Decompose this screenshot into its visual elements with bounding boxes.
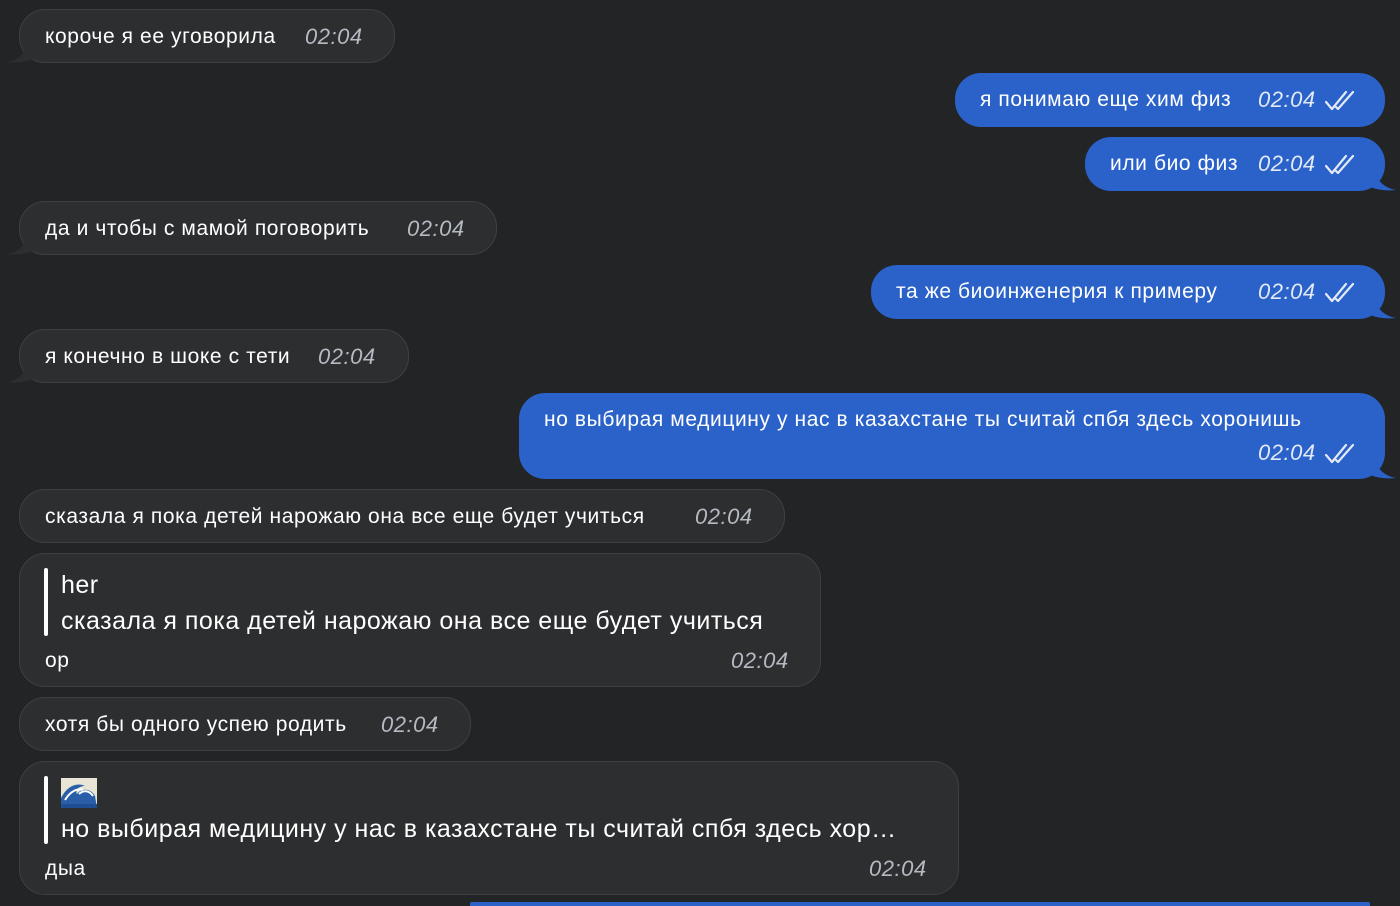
message-time: 02:04 bbox=[695, 504, 753, 529]
message-incoming[interactable]: хотя бы одного успею родить 02:04 bbox=[19, 697, 471, 751]
quote-author[interactable]: her bbox=[61, 573, 99, 598]
next-message-edge bbox=[470, 902, 1370, 906]
message-time: 02:04 bbox=[1258, 279, 1316, 304]
message-time: 02:04 bbox=[1258, 440, 1316, 465]
bubble-tail bbox=[1368, 168, 1396, 191]
double-check-icon bbox=[1325, 443, 1355, 464]
message-time: 02:04 bbox=[1258, 151, 1316, 176]
message-text: да и чтобы с мамой поговорить bbox=[45, 217, 370, 240]
bubble-tail bbox=[7, 360, 35, 383]
double-check-icon bbox=[1325, 154, 1355, 175]
message-incoming[interactable]: короче я ее уговорила 02:04 bbox=[19, 9, 395, 63]
quote-text[interactable]: но выбирая медицину у нас в казахстане т… bbox=[61, 817, 897, 842]
message-text: хотя бы одного успею родить bbox=[45, 713, 347, 736]
message-text: дыа bbox=[45, 857, 86, 880]
message-time: 02:04 bbox=[381, 712, 439, 737]
quote-bar bbox=[44, 568, 48, 636]
message-text: короче я ее уговорила bbox=[45, 25, 276, 48]
quote-bar bbox=[44, 776, 48, 844]
double-check-icon bbox=[1325, 90, 1355, 111]
message-incoming[interactable]: да и чтобы с мамой поговорить 02:04 bbox=[19, 201, 497, 255]
bubble-tail bbox=[1368, 456, 1396, 479]
message-outgoing[interactable]: та же биоинженерия к примеру 02:04 bbox=[871, 265, 1385, 319]
bubble-tail bbox=[1368, 296, 1396, 319]
bubble-tail bbox=[7, 232, 35, 255]
message-text: ор bbox=[45, 649, 70, 672]
message-time: 02:04 bbox=[407, 216, 465, 241]
bubble-tail bbox=[7, 40, 35, 63]
message-text: но выбирая медицину у нас в казахстане т… bbox=[544, 408, 1302, 431]
message-text: та же биоинженерия к примеру bbox=[896, 280, 1218, 303]
message-time: 02:04 bbox=[731, 648, 789, 673]
message-time: 02:04 bbox=[318, 344, 376, 369]
message-text: я понимаю еще хим физ bbox=[980, 88, 1232, 111]
message-outgoing[interactable]: но выбирая медицину у нас в казахстане т… bbox=[519, 393, 1385, 479]
message-outgoing[interactable]: я понимаю еще хим физ 02:04 bbox=[955, 73, 1385, 127]
quote-text[interactable]: сказала я пока детей нарожаю она все еще… bbox=[61, 609, 763, 634]
message-time: 02:04 bbox=[869, 856, 927, 881]
message-text: или био физ bbox=[1110, 152, 1239, 175]
message-reply-incoming[interactable]: her сказала я пока детей нарожаю она все… bbox=[19, 553, 821, 687]
message-text: сказала я пока детей нарожаю она все еще… bbox=[45, 505, 645, 528]
message-time: 02:04 bbox=[1258, 87, 1316, 112]
wave-emoji-icon[interactable] bbox=[61, 778, 97, 812]
message-time: 02:04 bbox=[305, 24, 363, 49]
double-check-icon bbox=[1325, 282, 1355, 303]
message-reply-incoming[interactable]: 🌊 но выбирая медицину у нас в казахстане… bbox=[19, 761, 959, 895]
message-incoming[interactable]: я конечно в шоке с тети 02:04 bbox=[19, 329, 409, 383]
message-outgoing[interactable]: или био физ 02:04 bbox=[1085, 137, 1385, 191]
message-incoming[interactable]: сказала я пока детей нарожаю она все еще… bbox=[19, 489, 785, 543]
message-text: я конечно в шоке с тети bbox=[45, 345, 291, 368]
